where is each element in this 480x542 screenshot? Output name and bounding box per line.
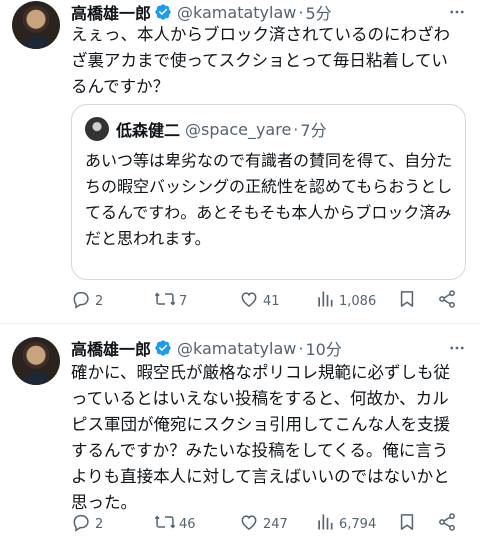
bookmark-button[interactable] bbox=[397, 289, 417, 313]
views-chart-icon bbox=[315, 512, 335, 536]
heart-icon bbox=[239, 512, 259, 536]
timestamp[interactable]: 10分 bbox=[305, 336, 341, 360]
quoted-timestamp: 7分 bbox=[300, 121, 327, 140]
action-bar: 2 7 41 1,086 bbox=[71, 289, 466, 313]
separator-dot: · bbox=[298, 338, 304, 358]
timestamp[interactable]: 5分 bbox=[305, 0, 331, 24]
share-icon bbox=[437, 512, 457, 536]
like-count: 247 bbox=[263, 516, 288, 532]
retweet-icon bbox=[154, 289, 176, 313]
quoted-tweet[interactable]: 低森健二 @space_yare · 7分 あいつ等は卑劣なので有識者の賛同を得… bbox=[71, 104, 466, 280]
like-button[interactable]: 247 bbox=[239, 512, 288, 536]
tweet-header: 高橋雄一郎 @kamatatylaw · 10分 bbox=[71, 336, 342, 360]
author-name[interactable]: 高橋雄一郎 bbox=[71, 336, 151, 360]
tweet[interactable]: 高橋雄一郎 @kamatatylaw · 10分 確かに、暇空氏が厳格なポリコレ… bbox=[0, 323, 480, 542]
verified-badge-icon bbox=[154, 339, 172, 357]
heart-icon bbox=[239, 289, 259, 313]
avatar[interactable] bbox=[12, 1, 60, 49]
bookmark-icon bbox=[397, 289, 417, 313]
tweet-header: 高橋雄一郎 @kamatatylaw · 5分 bbox=[71, 0, 332, 24]
like-count: 41 bbox=[263, 293, 280, 309]
retweet-count: 46 bbox=[179, 516, 196, 532]
reply-count: 2 bbox=[95, 293, 104, 309]
author-handle[interactable]: @kamatatylaw bbox=[177, 339, 296, 358]
like-button[interactable]: 41 bbox=[239, 289, 280, 313]
retweet-icon bbox=[154, 512, 176, 536]
retweet-button[interactable]: 7 bbox=[154, 289, 188, 313]
reply-icon bbox=[71, 289, 91, 313]
bookmark-icon bbox=[397, 512, 417, 536]
quoted-author-name: 低森健二 bbox=[116, 121, 181, 140]
views-count: 1,086 bbox=[339, 293, 377, 309]
avatar[interactable] bbox=[12, 337, 60, 385]
bookmark-button[interactable] bbox=[397, 512, 417, 536]
share-icon bbox=[437, 289, 457, 313]
views-button[interactable]: 6,794 bbox=[315, 512, 376, 536]
share-button[interactable] bbox=[437, 512, 457, 536]
separator-dot: · bbox=[298, 2, 304, 22]
reply-button[interactable]: 2 bbox=[71, 512, 103, 536]
author-handle[interactable]: @kamatatylaw bbox=[177, 3, 296, 22]
quoted-tweet-text: あいつ等は卑劣なので有識者の賛同を得て、自分たちの暇空バッシングの正統性を認めて… bbox=[85, 151, 453, 248]
retweet-count: 7 bbox=[179, 293, 188, 309]
tweet-text: 確かに、暇空氏が厳格なポリコレ規範に必ずしも従っているとはいえない投稿をすると、… bbox=[71, 363, 451, 512]
reply-count: 2 bbox=[95, 516, 104, 532]
views-count: 6,794 bbox=[339, 516, 377, 532]
views-chart-icon bbox=[315, 289, 335, 313]
more-dots-icon[interactable] bbox=[446, 3, 468, 21]
more-dots-icon[interactable] bbox=[446, 339, 468, 357]
tweet[interactable]: 高橋雄一郎 @kamatatylaw · 5分 えぇっ、本人からブロック済されて… bbox=[0, 0, 480, 323]
separator-dot: · bbox=[293, 119, 299, 139]
tweet-text: えぇっ、本人からブロック済されているのにわざわざ裏アカまで使ってスクショとって毎… bbox=[71, 25, 451, 96]
reply-button[interactable]: 2 bbox=[71, 289, 103, 313]
verified-badge-icon bbox=[154, 3, 172, 21]
reply-icon bbox=[71, 512, 91, 536]
avatar[interactable] bbox=[85, 117, 109, 141]
author-name[interactable]: 高橋雄一郎 bbox=[71, 0, 151, 24]
retweet-button[interactable]: 46 bbox=[154, 512, 196, 536]
quoted-author-handle: @space_yare bbox=[185, 119, 292, 139]
share-button[interactable] bbox=[437, 289, 457, 313]
action-bar: 2 46 247 6,794 bbox=[71, 512, 466, 536]
quoted-tweet-header: 低森健二 @space_yare · 7分 bbox=[116, 118, 327, 141]
views-button[interactable]: 1,086 bbox=[315, 289, 376, 313]
